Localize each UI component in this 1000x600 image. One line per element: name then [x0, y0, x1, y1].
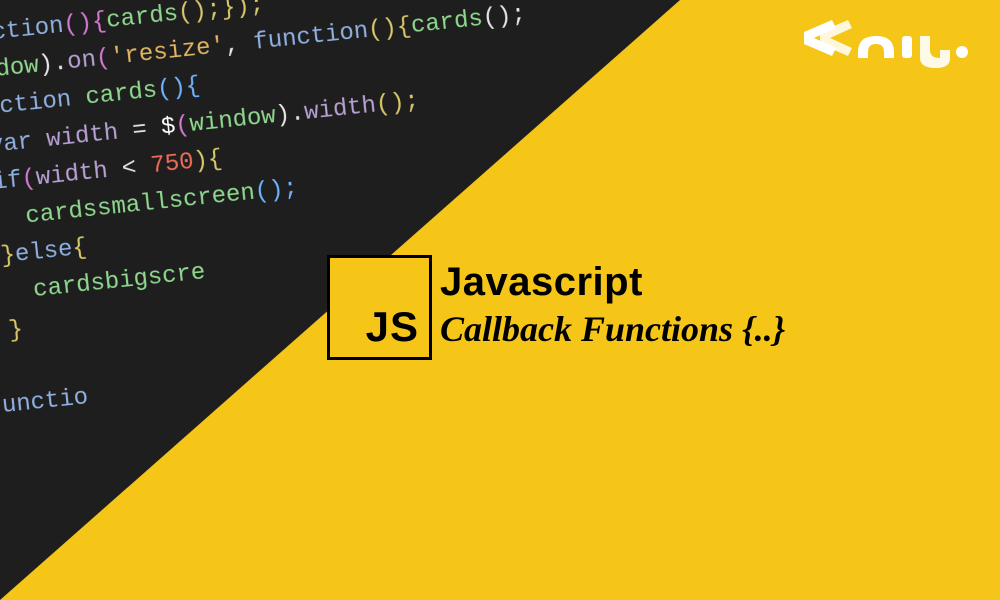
- js-logo-badge: JS: [327, 255, 432, 360]
- brand-logo: [802, 18, 972, 74]
- js-logo-label: JS: [366, 303, 419, 351]
- code-snippet: $(function(){cards();}); $(window).on('r…: [0, 0, 567, 467]
- heading-title: Javascript: [440, 260, 643, 305]
- heading-subtitle: Callback Functions {..}: [440, 308, 785, 350]
